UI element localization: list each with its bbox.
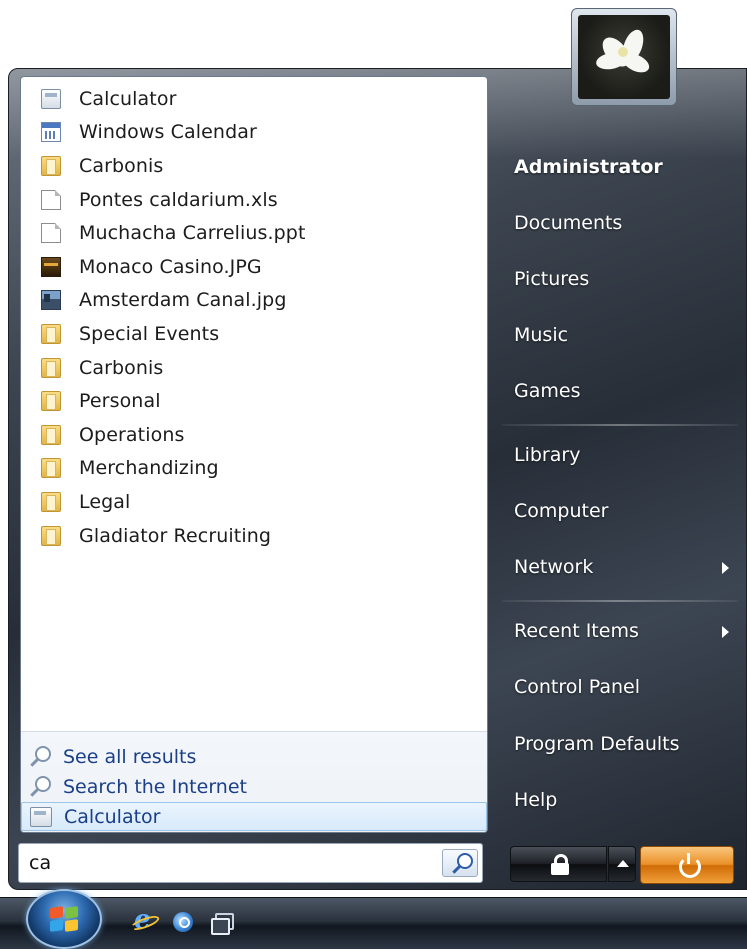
submenu-arrow-icon [722, 562, 729, 574]
folder-icon [41, 155, 61, 176]
library-link[interactable]: Library [504, 432, 741, 478]
lock-button[interactable] [510, 846, 607, 882]
calendar-icon [41, 122, 61, 143]
see-all-results-link[interactable]: See all results [21, 742, 487, 771]
lock-icon [550, 854, 570, 876]
folder-icon [41, 525, 61, 546]
user-picture[interactable] [571, 8, 677, 106]
network-label: Network [514, 556, 594, 578]
user-name-link[interactable]: Administrator [504, 144, 741, 190]
search-internet-link[interactable]: Search the Internet [21, 772, 487, 801]
result-item-monaco-casino[interactable]: Monaco Casino.JPG [21, 250, 487, 284]
result-item-merchandizing[interactable]: Merchandizing [21, 452, 487, 486]
computer-link[interactable]: Computer [504, 488, 741, 534]
games-label: Games [514, 380, 581, 402]
search-internet-label: Search the Internet [63, 775, 247, 798]
folder-icon [41, 424, 61, 445]
search-icon [29, 775, 51, 799]
help-link[interactable]: Help [504, 777, 741, 823]
document-icon [41, 223, 61, 244]
result-item-carbonis-2[interactable]: Carbonis [21, 351, 487, 385]
search-box [18, 843, 483, 883]
search-button[interactable] [442, 849, 478, 877]
result-label: Operations [79, 423, 185, 446]
search-results-pane: Calculator Windows Calendar Carbonis Pon… [20, 76, 488, 833]
results-list: Calculator Windows Calendar Carbonis Pon… [21, 82, 487, 552]
recent-items-label: Recent Items [514, 620, 639, 642]
separator [502, 424, 738, 426]
folder-icon [41, 357, 61, 378]
control-panel-label: Control Panel [514, 676, 640, 698]
search-input[interactable] [19, 844, 439, 882]
result-item-legal[interactable]: Legal [21, 485, 487, 519]
flower-image [578, 15, 670, 99]
music-link[interactable]: Music [504, 312, 741, 358]
mail-icon[interactable] [172, 911, 194, 933]
computer-label: Computer [514, 500, 609, 522]
pictures-link[interactable]: Pictures [504, 256, 741, 302]
result-label: Personal [79, 390, 161, 413]
program-defaults-label: Program Defaults [514, 733, 680, 755]
user-name-label: Administrator [514, 156, 663, 178]
photo-icon [41, 290, 61, 311]
document-icon [41, 189, 61, 210]
result-label: Carbonis [79, 154, 164, 177]
documents-label: Documents [514, 212, 623, 234]
power-button[interactable] [640, 846, 734, 884]
control-panel-link[interactable]: Control Panel [504, 664, 741, 710]
result-item-pontes-caldarium[interactable]: Pontes caldarium.xls [21, 183, 487, 217]
see-all-results-label: See all results [63, 745, 197, 768]
selected-program-label: Calculator [64, 805, 161, 828]
result-label: Special Events [79, 322, 220, 345]
result-item-windows-calendar[interactable]: Windows Calendar [21, 116, 487, 150]
selected-program-calculator[interactable]: Calculator [21, 802, 487, 831]
folder-icon [41, 491, 61, 512]
photo-icon [41, 256, 61, 277]
result-item-carbonis[interactable]: Carbonis [21, 149, 487, 183]
games-link[interactable]: Games [504, 368, 741, 414]
result-item-special-events[interactable]: Special Events [21, 317, 487, 351]
calculator-icon [41, 88, 61, 109]
result-label: Amsterdam Canal.jpg [79, 289, 287, 312]
result-item-personal[interactable]: Personal [21, 384, 487, 418]
result-item-muchacha-carrelius[interactable]: Muchacha Carrelius.ppt [21, 216, 487, 250]
switch-windows-icon[interactable] [210, 911, 234, 935]
result-label: Merchandizing [79, 457, 219, 480]
network-link[interactable]: Network [504, 544, 741, 590]
submenu-arrow-icon [722, 626, 729, 638]
result-label: Muchacha Carrelius.ppt [79, 222, 306, 245]
search-links-section: See all results Search the Internet Calc… [21, 731, 487, 832]
result-label: Legal [79, 490, 131, 513]
taskbar [0, 897, 747, 949]
power-icon [677, 853, 701, 878]
result-item-calculator[interactable]: Calculator [21, 82, 487, 116]
library-label: Library [514, 444, 581, 466]
result-label: Monaco Casino.JPG [79, 255, 262, 278]
search-icon [451, 852, 473, 874]
result-label: Pontes caldarium.xls [79, 188, 278, 211]
search-icon [29, 745, 51, 769]
recent-items-link[interactable]: Recent Items [504, 608, 741, 654]
music-label: Music [514, 324, 569, 346]
start-button[interactable] [26, 889, 102, 949]
windows-logo-icon [50, 906, 80, 933]
result-label: Calculator [79, 87, 177, 110]
result-label: Carbonis [79, 356, 164, 379]
internet-explorer-icon[interactable] [132, 905, 154, 935]
power-options-arrow-button[interactable] [608, 846, 636, 882]
documents-link[interactable]: Documents [504, 200, 741, 246]
folder-icon [41, 391, 61, 412]
separator [502, 600, 738, 602]
folder-icon [41, 323, 61, 344]
result-label: Windows Calendar [79, 121, 257, 144]
pictures-label: Pictures [514, 268, 590, 290]
result-item-gladiator-recruiting[interactable]: Gladiator Recruiting [21, 519, 487, 553]
calculator-icon [30, 806, 52, 827]
result-label: Gladiator Recruiting [79, 524, 271, 547]
help-label: Help [514, 789, 558, 811]
folder-icon [41, 458, 61, 479]
result-item-amsterdam-canal[interactable]: Amsterdam Canal.jpg [21, 284, 487, 318]
result-item-operations[interactable]: Operations [21, 418, 487, 452]
program-defaults-link[interactable]: Program Defaults [504, 721, 741, 767]
